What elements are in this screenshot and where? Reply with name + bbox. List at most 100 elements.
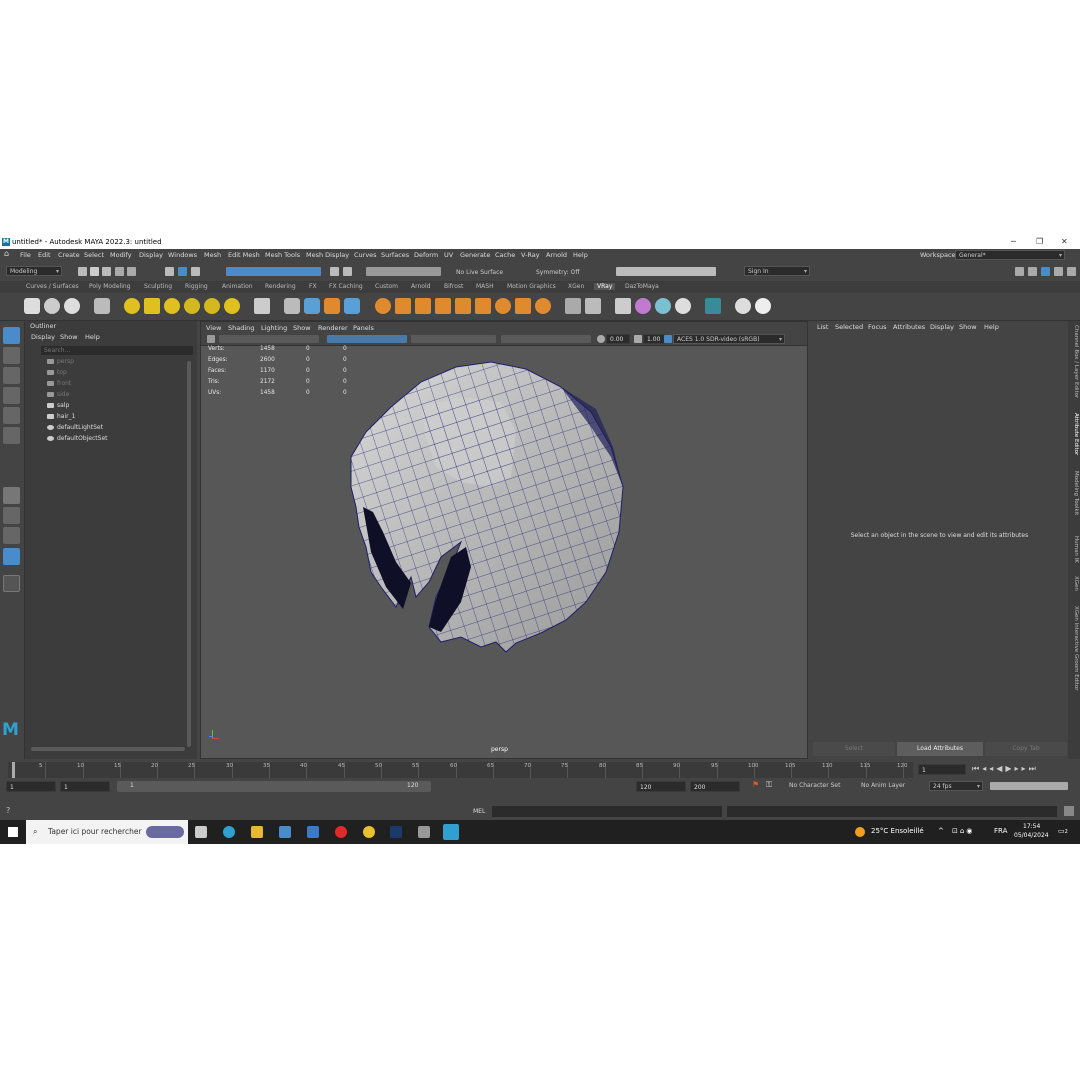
menu-display[interactable]: Display [139,251,163,259]
outliner-horizontal-scrollbar[interactable] [31,747,185,751]
redo-icon[interactable] [127,267,136,276]
app-icon[interactable] [418,826,430,838]
sphere-light-icon[interactable] [164,298,180,314]
vray-ipr-icon[interactable] [44,298,60,314]
tool-i-icon[interactable] [585,298,601,314]
outliner-item[interactable]: top [47,369,67,376]
proxy-icon[interactable] [284,298,300,314]
copy-tab-button[interactable]: Copy Tab [985,742,1067,756]
tray-status-icons[interactable]: ⊡⌂◉ [952,827,974,835]
character-set-dropdown[interactable]: No Character Set [789,782,840,789]
windows-start-icon[interactable] [8,827,18,837]
new-scene-icon[interactable] [78,267,87,276]
layout-icon[interactable] [1028,267,1037,276]
gamma-icon[interactable] [634,335,642,343]
menu-mesh-tools[interactable]: Mesh Tools [265,251,300,259]
menu-curves[interactable]: Curves [354,251,377,259]
attr-menu-focus[interactable]: Focus [868,323,887,331]
outliner-item[interactable]: salp [47,402,69,409]
tool-c-icon[interactable] [435,298,451,314]
menu-surfaces[interactable]: Surfaces [381,251,409,259]
outliner-item[interactable]: defaultObjectSet [47,435,108,442]
menu-uv[interactable]: UV [444,251,453,259]
sun-light-icon[interactable] [224,298,240,314]
colorspace-dropdown[interactable]: ACES 1.0 SDR-video (sRGB) [673,334,785,345]
tool-j-icon[interactable] [615,298,631,314]
snap-icons[interactable] [366,267,441,276]
file-explorer-icon[interactable] [251,826,263,838]
outliner-item[interactable]: side [47,391,69,398]
tool-b-icon[interactable] [415,298,431,314]
clock-time[interactable]: 17:54 [1023,823,1040,830]
chrome-icon[interactable] [363,826,375,838]
select-object-icon[interactable] [178,267,187,276]
shelf-tab-custom[interactable]: Custom [375,283,398,290]
panel-layout2-icon[interactable] [1054,267,1063,276]
playback-end-field[interactable]: 120 [636,781,686,792]
gamma-field[interactable]: 1.00 [643,334,665,344]
menu-select[interactable]: Select [84,251,104,259]
menu-mesh[interactable]: Mesh [204,251,221,259]
camera-select-icon[interactable] [207,335,215,343]
attr-menu-show[interactable]: Show [959,323,977,331]
menu-windows[interactable]: Windows [168,251,197,259]
shelf-tab-bifrost[interactable]: Bifrost [444,283,463,290]
current-frame-field[interactable]: 1 [918,764,966,775]
vp-menu-renderer[interactable]: Renderer [318,324,348,332]
side-tab-channel-box[interactable]: Channel Box / Layer Editor [1073,325,1079,398]
ies-light-icon[interactable] [204,298,220,314]
outliner-menu-show[interactable]: Show [60,333,78,341]
notification-icon[interactable]: ▭2 [1058,827,1068,835]
edge-icon[interactable] [223,826,235,838]
help-icon[interactable]: ? [6,806,10,815]
current-time-indicator[interactable] [12,762,15,778]
opera-icon[interactable] [335,826,347,838]
menu-create[interactable]: Create [58,251,80,259]
outliner-search-input[interactable]: Search... [41,346,193,355]
minimize-icon[interactable]: ─ [1011,237,1016,246]
grid-icon[interactable] [455,298,471,314]
vray-logo-icon[interactable] [735,298,751,314]
tool-a-icon[interactable] [395,298,411,314]
material-icon[interactable] [375,298,391,314]
tray-chevron-icon[interactable]: ^ [938,827,944,835]
mesh-light-icon[interactable] [184,298,200,314]
outliner-menu-display[interactable]: Display [31,333,55,341]
side-tab-attribute-editor[interactable]: Attribute Editor [1073,413,1079,455]
shelf-tab-rigging[interactable]: Rigging [185,283,208,290]
workspace-icon[interactable] [1015,267,1024,276]
key-icon[interactable]: ⚿ [766,780,772,790]
select-component-icon[interactable] [191,267,200,276]
save-scene-icon[interactable] [102,267,111,276]
time-slider[interactable]: 5 10 15 20 25 30 35 40 45 50 55 60 65 70 75 80 85 90 95 100… [0,759,1080,779]
attr-menu-list[interactable]: List [817,323,828,331]
outliner-item[interactable]: defaultLightSet [47,424,103,431]
side-tab-xgen-groom[interactable]: XGen Interactive Groom Editor [1073,606,1079,691]
fps-dropdown[interactable]: 24 fps [929,781,983,792]
paint-select-tool-icon[interactable] [3,367,20,384]
menu-mesh-display[interactable]: Mesh Display [306,251,349,259]
steam-icon[interactable] [390,826,402,838]
select-tool-icon[interactable] [3,327,20,344]
plane-icon[interactable] [254,298,270,314]
tool-f-icon[interactable] [515,298,531,314]
side-tab-xgen[interactable]: XGen [1073,576,1079,591]
shelf-tab-animation[interactable]: Animation [222,283,253,290]
side-tab-human-ik[interactable]: Human IK [1073,536,1079,563]
viewport-panel[interactable]: View Shading Lighting Show Renderer Pane… [200,321,808,759]
side-tab-modeling-toolkit[interactable]: Modeling Toolkit [1073,471,1079,515]
tool-k-icon[interactable] [705,298,721,314]
tool-h-icon[interactable] [565,298,581,314]
menu-cache[interactable]: Cache [495,251,515,259]
shelf-tab-curves-surfaces[interactable]: Curves / Surfaces [26,283,79,290]
vray-settings-icon[interactable] [94,298,110,314]
playback-controls[interactable]: ⏮◂◂◀▶▸▸⏭ [972,764,1039,774]
outliner-item[interactable]: hair_1 [47,413,75,420]
vray-vfb-icon[interactable] [64,298,80,314]
panel-layout-icon[interactable] [1041,267,1050,276]
time-ruler[interactable]: 5 10 15 20 25 30 35 40 45 50 55 60 65 70 75 80 85 90 95 100… [8,762,913,778]
auto-key-icon[interactable]: ⚑ [752,780,759,789]
restore-icon[interactable]: ❐ [1036,237,1043,246]
menu-deform[interactable]: Deform [414,251,438,259]
menu-file[interactable]: File [20,251,31,259]
